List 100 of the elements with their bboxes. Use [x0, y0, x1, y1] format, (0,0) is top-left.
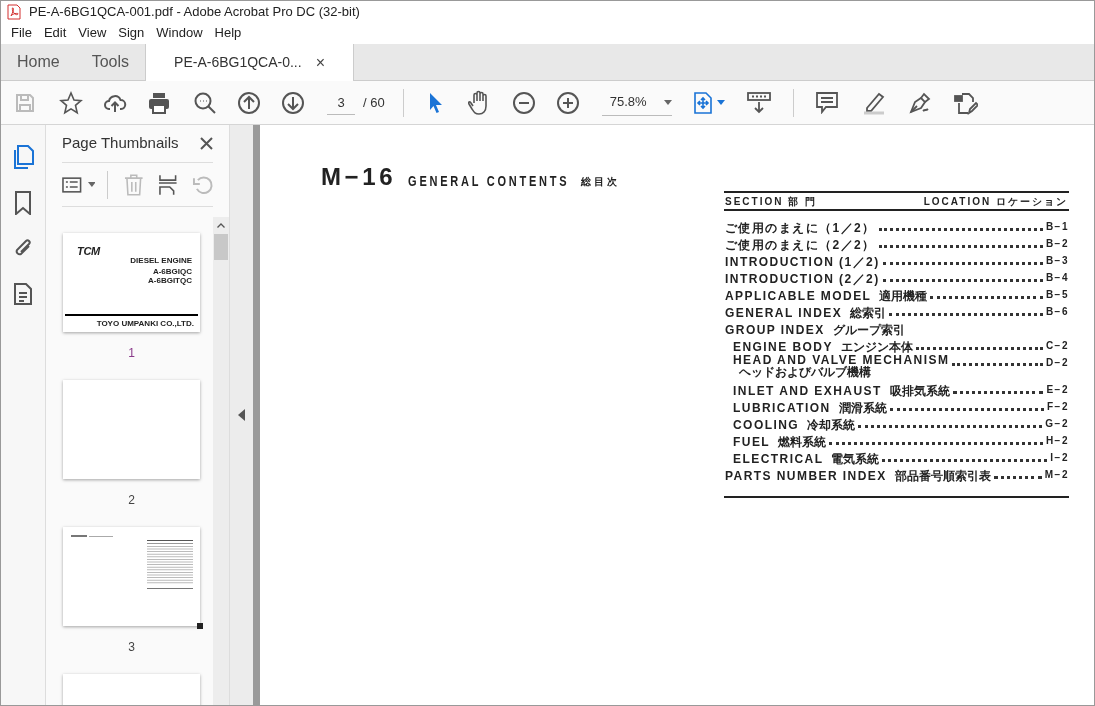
next-page-icon[interactable] — [281, 90, 305, 115]
resize-handle[interactable] — [197, 623, 203, 629]
print-icon[interactable] — [147, 90, 171, 115]
page-location: B−5 — [1045, 288, 1069, 302]
pages-icon[interactable] — [12, 145, 34, 169]
thumbnail-text: TOYO UMPANKI CO.,LTD. — [96, 318, 194, 330]
page-thumbnail[interactable] — [63, 527, 200, 626]
page-number-field[interactable]: 3 — [327, 90, 355, 115]
select-cursor-icon[interactable] — [427, 91, 444, 114]
page-location: F−2 — [1047, 400, 1069, 414]
edit-document-icon[interactable] — [953, 90, 978, 115]
page-location: I−2 — [1050, 451, 1069, 465]
contents-entry: ENGINE BODY — [733, 342, 833, 353]
close-icon[interactable] — [200, 137, 213, 150]
page-subtitle: GENERAL CONTENTS — [408, 172, 570, 191]
caret-icon[interactable] — [87, 182, 96, 187]
column-header: SECTION 部 門 — [725, 194, 817, 209]
menu-item[interactable]: File — [5, 23, 38, 43]
thumbnail-text: A-6BGIQC — [152, 267, 192, 276]
contents-entry: 冷却系統 — [807, 420, 856, 431]
insert-page-icon[interactable] — [157, 173, 178, 196]
fountain-pen-icon[interactable] — [907, 90, 932, 115]
contents-entry: APPLICABLE MODEL — [725, 291, 872, 302]
panel-title: Page Thumbnails — [62, 133, 179, 154]
scroll-up-icon[interactable] — [217, 223, 225, 228]
highlighter-icon[interactable] — [861, 90, 886, 115]
caret-icon — [663, 99, 672, 105]
dot-leader — [993, 476, 1042, 479]
contents-entry: 燃料系統 — [778, 437, 827, 448]
scrollbar[interactable] — [213, 217, 229, 705]
thumbnail-text: TCM — [77, 244, 100, 259]
contents-entry: FUEL — [733, 437, 771, 448]
document-icon[interactable] — [14, 283, 32, 305]
page-location: G−2 — [1045, 417, 1069, 431]
contents-entry: 電気系統 — [831, 454, 880, 465]
zoom-out-icon[interactable] — [511, 90, 536, 115]
contents-entry: PARTS NUMBER INDEX — [725, 471, 887, 482]
close-tab-button[interactable]: × — [315, 50, 325, 75]
thumbnail-text: DIESEL ENGINE — [130, 255, 192, 267]
page-location: D−2 — [1045, 356, 1069, 370]
page-location: B−6 — [1045, 305, 1069, 319]
contents-entry: ヘッドおよびバルブ機構 — [738, 366, 872, 379]
page-thumbnail[interactable] — [63, 380, 200, 479]
menu-item[interactable]: Help — [208, 23, 248, 43]
contents-entry: LUBRICATION — [733, 403, 831, 414]
page-count: / 60 — [363, 93, 385, 112]
contents-entry: 吸排気系統 — [889, 386, 950, 397]
page-location: B−2 — [1045, 237, 1069, 251]
window-title: PE-A-6BG1QCA-001.pdf - Adobe Acrobat Pro DC (32-bit) — [29, 3, 360, 22]
bookmark-icon[interactable] — [15, 191, 31, 215]
menu-item[interactable]: View — [72, 23, 113, 43]
collapse-arrow-icon[interactable] — [238, 409, 245, 421]
contents-entry: グループ索引 — [832, 325, 905, 336]
page-heading: M−16 — [321, 162, 397, 192]
caret-icon — [716, 100, 725, 105]
contents-entry: ご使用のまえに（2／2） — [725, 240, 876, 251]
page-location: M−2 — [1044, 468, 1069, 482]
page-number-label: 1 — [128, 345, 135, 362]
zoom-search-icon[interactable] — [193, 90, 217, 115]
star-icon[interactable] — [59, 90, 83, 115]
contents-entry: GROUP INDEX — [725, 325, 825, 336]
page-location: H−2 — [1045, 434, 1069, 448]
thumbnail-options-icon[interactable] — [62, 176, 82, 193]
tab[interactable]: Tools — [75, 43, 146, 80]
contents-entry: GENERAL INDEX — [725, 308, 843, 319]
thumbnail-text: A-6BGITQC — [148, 276, 192, 285]
tab[interactable]: PE-A-6BG1QCA-0... × — [145, 44, 354, 81]
previous-page-icon[interactable] — [237, 90, 261, 115]
contents-entry: INTRODUCTION (1／2) — [725, 257, 880, 268]
page-view-button[interactable] — [693, 91, 725, 114]
page-location: C−2 — [1045, 339, 1069, 353]
page-thumbnail[interactable]: TCM DIESEL ENGINE A-6BGIQC A-6BGITQC TOYO UMPANKI CO.,LTD. — [63, 233, 200, 332]
zoom-dropdown[interactable]: 75.8% — [601, 89, 672, 116]
menu-item[interactable]: Window — [150, 23, 209, 43]
scrollbar-thumb[interactable] — [214, 234, 228, 260]
zoom-in-icon[interactable] — [555, 90, 580, 115]
contents-entry: HEAD AND VALVE MECHANISM — [733, 355, 950, 366]
contents-entry: COOLING — [733, 420, 800, 431]
contents-entry: ご使用のまえに（1／2） — [725, 223, 876, 234]
page-location: B−1 — [1045, 220, 1069, 234]
page-location: B−4 — [1045, 271, 1069, 285]
menu-item[interactable]: Edit — [37, 23, 73, 43]
scroll-mode-icon[interactable] — [746, 91, 771, 114]
comment-icon[interactable] — [815, 91, 838, 114]
app-logo-icon — [7, 4, 21, 20]
contents-entry: INLET AND EXHAUST — [733, 386, 882, 397]
contents-entry: 総索引 — [850, 308, 887, 319]
column-header: LOCATION ロケーション — [923, 194, 1068, 209]
contents-entry: 潤滑系統 — [838, 403, 887, 414]
page-subtitle: 総 目 次 — [581, 175, 617, 189]
page-number-label: 3 — [128, 639, 135, 656]
page-number-label: 2 — [128, 492, 135, 509]
menu-item[interactable]: Sign — [112, 23, 151, 43]
contents-entry: ELECTRICAL — [733, 454, 824, 465]
fit-page-icon — [693, 91, 712, 114]
contents-entry: 部品番号順索引表 — [894, 471, 991, 482]
contents-entry: INTRODUCTION (2／2) — [725, 274, 880, 285]
contents-entry: 適用機種 — [879, 291, 928, 302]
contents-entry: エンジン本体 — [840, 342, 913, 353]
tab[interactable]: Home — [1, 43, 76, 80]
